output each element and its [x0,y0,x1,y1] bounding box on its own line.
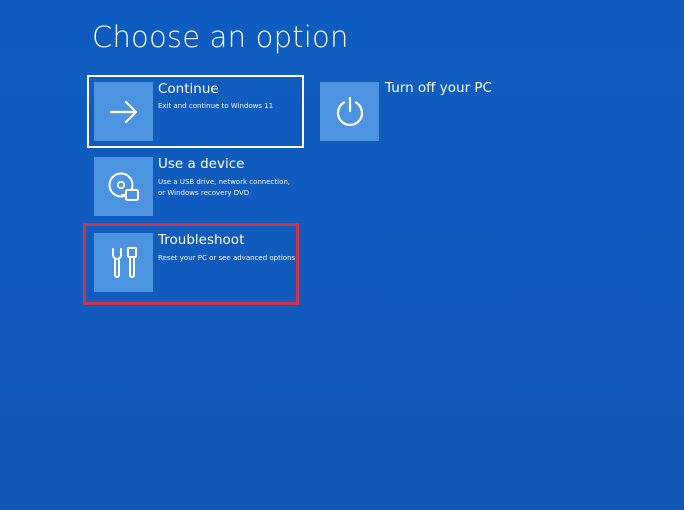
use-device-title: Use a device [158,156,245,172]
troubleshoot-tile[interactable] [94,233,153,292]
continue-tile[interactable] [94,82,153,141]
use-device-description: Use a USB drive, network connection, or … [158,177,290,199]
turn-off-tile[interactable] [320,82,379,141]
troubleshoot-description: Reset your PC or see advanced options [158,254,296,262]
page-title: Choose an option [92,20,349,54]
tools-icon [111,246,137,278]
troubleshoot-title: Troubleshoot [158,232,245,248]
use-device-description-line-1: Use a USB drive, network connection, [158,178,291,186]
use-device-description-line-2: or Windows recovery DVD [158,189,250,197]
continue-option[interactable]: Continue Exit and continue to Windows 11 [87,75,304,148]
power-icon [336,96,363,126]
arrow-right-icon [109,100,137,123]
continue-description: Exit and continue to Windows 11 [158,102,274,110]
continue-title: Continue [158,81,219,97]
troubleshoot-option[interactable]: Troubleshoot Reset your PC or see advanc… [88,227,303,299]
use-device-option[interactable]: Use a device Use a USB drive, network co… [88,151,303,223]
turn-off-option[interactable]: Turn off your PC [313,75,513,148]
disc-drive-icon [108,172,139,201]
use-device-tile[interactable] [94,157,153,216]
turn-off-title: Turn off your PC [385,80,492,96]
